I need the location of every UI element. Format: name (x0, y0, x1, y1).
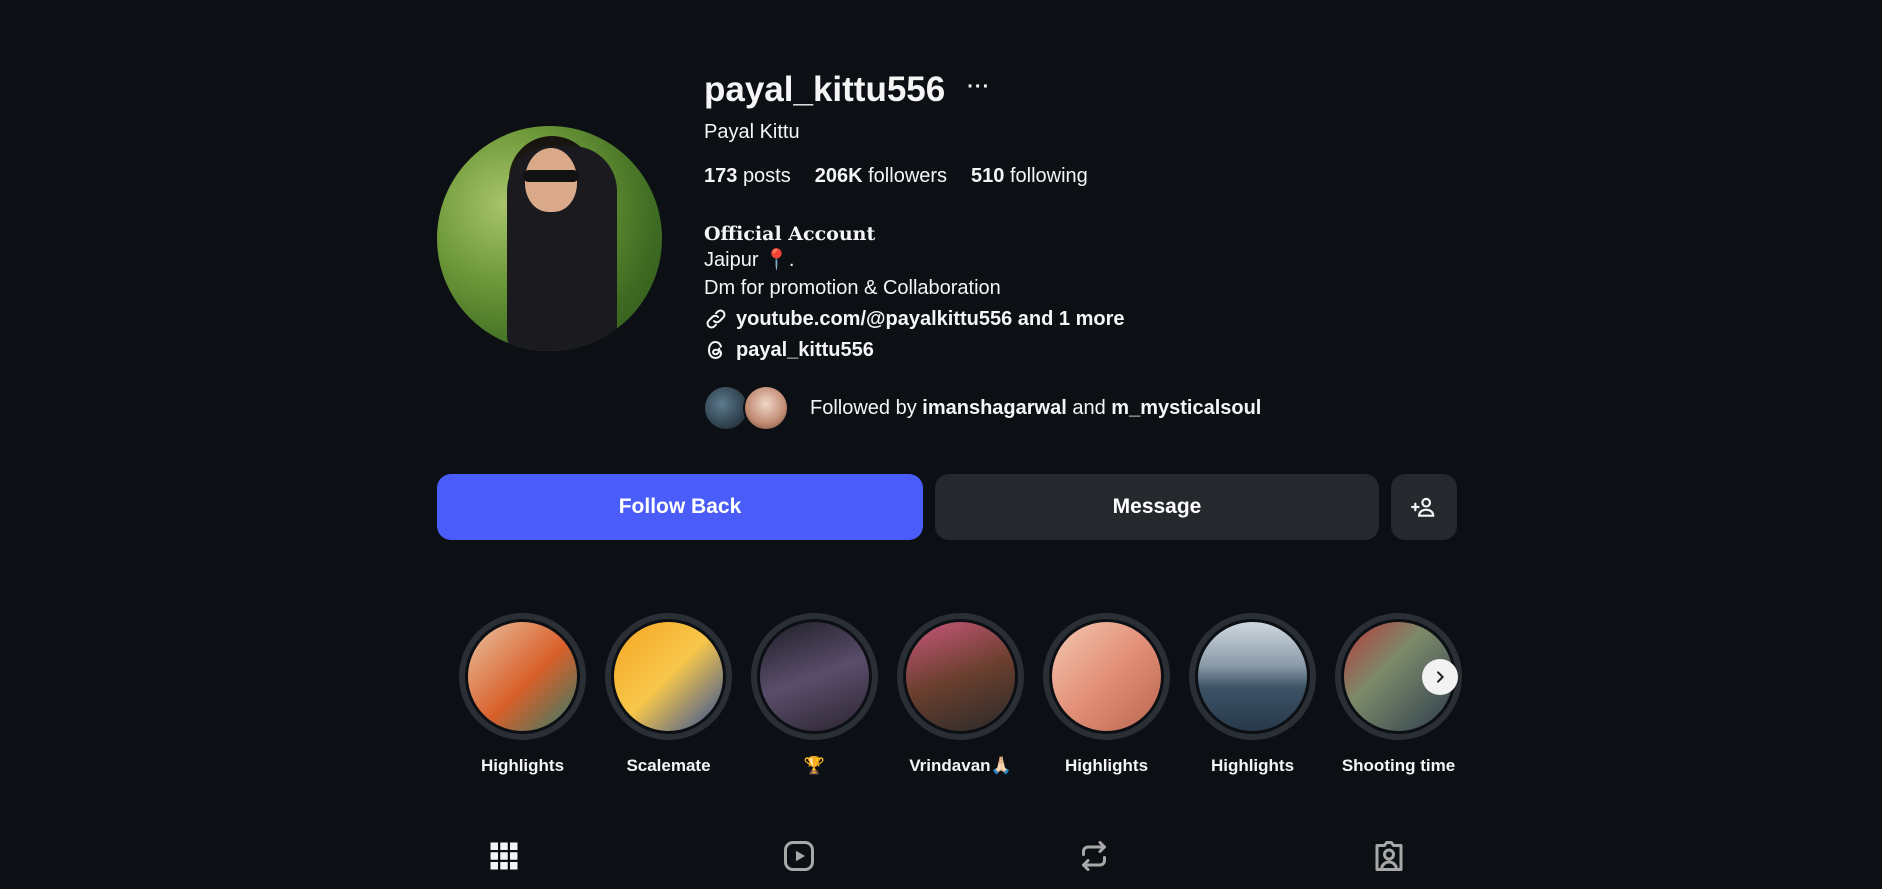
reels-icon[interactable] (781, 838, 817, 874)
followers-count: 206K (814, 165, 863, 187)
bio-link[interactable]: youtube.com/@payalkittu556 and 1 more (704, 307, 1125, 331)
threads-handle: payal_kittu556 (736, 338, 874, 361)
bio-location: Jaipur 📍. (704, 249, 795, 271)
follow-back-button[interactable]: Follow Back (437, 474, 923, 540)
mutual-avatars (703, 385, 798, 431)
highlight-ring (1189, 613, 1316, 740)
highlight-label: Highlights (1210, 756, 1295, 775)
highlight-cover (1195, 619, 1310, 734)
highlight-ring (1043, 613, 1170, 740)
profile-avatar[interactable] (437, 126, 662, 351)
profile-tabs (0, 838, 1882, 878)
followed-by-prefix: Followed by (810, 396, 917, 419)
followers-label: followers (868, 165, 948, 187)
highlight-cover (465, 619, 580, 734)
highlight-item[interactable]: Highlights (1043, 613, 1170, 776)
chevron-right-icon (1437, 670, 1445, 683)
following-label: following (1009, 165, 1088, 187)
highlight-label: Highlights (1064, 756, 1149, 775)
full-name: Payal Kittu (704, 121, 800, 143)
threads-icon (707, 340, 723, 360)
highlight-item[interactable]: Shooting time (1335, 613, 1462, 776)
posts-grid-icon[interactable] (486, 838, 522, 874)
highlight-ring (605, 613, 732, 740)
highlight-item[interactable]: 🏆 (751, 613, 878, 776)
highlight-item[interactable]: Scalemate (605, 613, 732, 776)
following-count: 510 (971, 165, 1005, 187)
message-button[interactable]: Message (935, 474, 1379, 540)
followers-stat[interactable]: 206K followers (815, 165, 947, 188)
highlight-ring (1335, 613, 1462, 740)
username-row: payal_kittu556 ··· (704, 70, 990, 110)
threads-link[interactable]: payal_kittu556 (704, 338, 874, 362)
highlight-cover (903, 619, 1018, 734)
highlights-next-button[interactable] (1422, 658, 1458, 695)
mutual-avatar (743, 385, 789, 431)
posts-count: 173 (704, 165, 738, 187)
add-person-icon (1411, 497, 1435, 517)
highlight-cover (611, 619, 726, 734)
following-stat[interactable]: 510 following (971, 165, 1088, 188)
posts-label: posts (742, 165, 791, 187)
mutual-user-2[interactable]: m_mysticalsoul (1111, 397, 1261, 419)
bio-description: Dm for promotion & Collaboration (704, 277, 1001, 299)
highlight-item[interactable]: Highlights (459, 613, 586, 776)
followed-by-joiner: and (1072, 396, 1106, 419)
highlight-label: 🏆 (803, 756, 826, 775)
highlight-ring (897, 613, 1024, 740)
tagged-icon[interactable] (1371, 838, 1407, 874)
suggest-users-button[interactable] (1391, 474, 1457, 540)
highlight-ring (751, 613, 878, 740)
highlight-label: Highlights (480, 756, 565, 775)
highlight-label: Shooting time (1341, 756, 1456, 775)
profile-page: payal_kittu556 ··· Payal Kittu 173 posts… (0, 0, 1882, 889)
highlight-ring (459, 613, 586, 740)
more-options-button[interactable]: ··· (967, 76, 990, 99)
mutual-followers[interactable]: Followed by imanshagarwal and m_mystical… (703, 385, 1261, 431)
username: payal_kittu556 (704, 70, 946, 109)
mutual-user-1[interactable]: imanshagarwal (922, 397, 1067, 419)
story-highlights: Highlights Scalemate 🏆 Vrindavan🙏🏻 Highl… (459, 613, 1462, 776)
highlight-label: Vrindavan🙏🏻 (909, 756, 1012, 775)
highlight-item[interactable]: Vrindavan🙏🏻 (897, 613, 1024, 776)
bio-title: Official Account (704, 223, 876, 245)
posts-stat: 173 posts (704, 165, 791, 188)
highlight-cover (1049, 619, 1164, 734)
profile-stats: 173 posts 206K followers 510 following (704, 165, 1088, 188)
highlight-label: Scalemate (626, 756, 711, 775)
reposts-icon[interactable] (1076, 838, 1112, 874)
bio-link-text: youtube.com/@payalkittu556 and 1 more (736, 307, 1125, 330)
highlight-item[interactable]: Highlights (1189, 613, 1316, 776)
highlight-cover (757, 619, 872, 734)
link-icon (706, 309, 726, 329)
